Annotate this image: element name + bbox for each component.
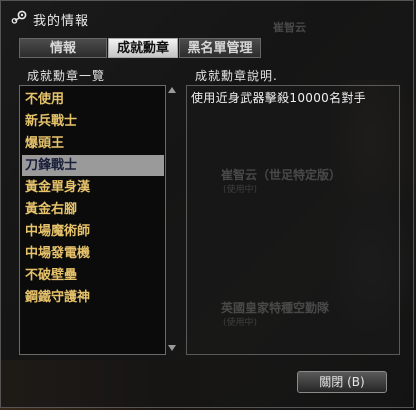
- close-button[interactable]: 關閉 (B): [297, 371, 387, 393]
- medal-item-steel-guardian[interactable]: 鋼鐵守護神: [22, 287, 164, 308]
- medal-description-panel: 使用近身武器擊殺10000名對手 崔智云（世足特定版） (使用中) 英國皇家特種…: [186, 85, 400, 355]
- tab-blacklist-management[interactable]: 黑名單管理: [179, 38, 261, 58]
- background-character-name-1: 崔智云（世足特定版）: [221, 168, 342, 182]
- medal-list[interactable]: 不使用 新兵戰士 爆頭王 刀鋒戰士 黃金單身漢 黃金右腳 中場魔術師 中場發電機…: [19, 85, 166, 355]
- medal-item-unused[interactable]: 不使用: [22, 89, 164, 110]
- medal-item-golden-right-foot[interactable]: 黃金右腳: [22, 199, 164, 220]
- medal-description-text: 使用近身武器擊殺10000名對手: [191, 91, 366, 105]
- medal-description-header: 成就勳章說明.: [195, 69, 278, 83]
- background-top-name: 崔智云: [273, 21, 306, 34]
- tab-info[interactable]: 情報: [19, 38, 107, 58]
- steam-icon: [11, 10, 27, 24]
- medal-item-golden-bachelor[interactable]: 黃金單身漢: [22, 177, 164, 198]
- medal-item-blade-warrior[interactable]: 刀鋒戰士: [22, 155, 164, 176]
- medal-list-header: 成就勳章一覽: [27, 69, 106, 83]
- background-character-name-2: 英國皇家特種空勤隊: [221, 301, 330, 315]
- scroll-down-arrow-icon[interactable]: [168, 345, 176, 351]
- background-character-status-2: (使用中): [223, 318, 258, 328]
- background-character-status-1: (使用中): [223, 185, 258, 195]
- tab-achievement-medals[interactable]: 成就勳章: [108, 38, 178, 58]
- scroll-up-arrow-icon[interactable]: [168, 87, 176, 93]
- medal-item-headshot-king[interactable]: 爆頭王: [22, 133, 164, 154]
- medal-item-recruit-warrior[interactable]: 新兵戰士: [22, 111, 164, 132]
- medal-item-midfield-magician[interactable]: 中場魔術師: [22, 221, 164, 242]
- medal-item-midfield-generator[interactable]: 中場發電機: [22, 243, 164, 264]
- my-info-window: 我的情報 情報 成就勳章 黑名單管理 成就勳章一覽 成就勳章說明. 不使用 新兵…: [0, 0, 414, 408]
- medal-item-impenetrable-wall[interactable]: 不破壁壘: [22, 265, 164, 286]
- title-bar[interactable]: 我的情報: [1, 1, 415, 31]
- window-title: 我的情報: [33, 14, 90, 29]
